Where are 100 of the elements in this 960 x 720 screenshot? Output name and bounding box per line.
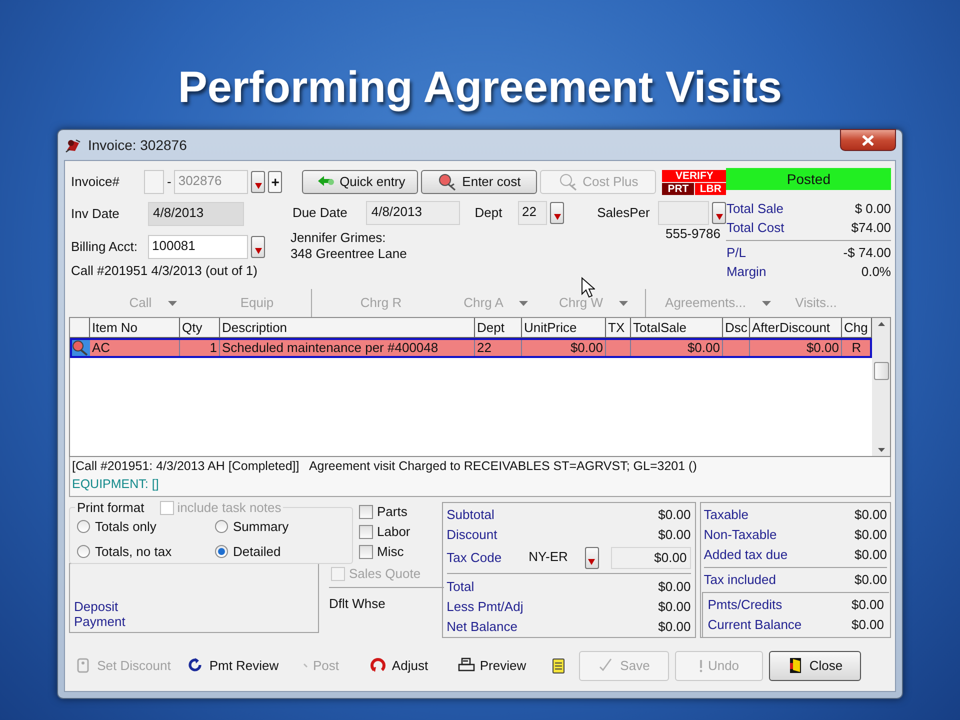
- dropdown-button[interactable]: [550, 202, 564, 224]
- field-label: Dept: [474, 204, 504, 222]
- checkbox[interactable]: Labor: [359, 522, 410, 542]
- summary-label: P/L: [726, 244, 746, 262]
- total-label: Discount: [446, 526, 498, 544]
- phone-number: 555-9786: [665, 226, 720, 243]
- inv-date-field[interactable]: 4/8/2013: [148, 202, 244, 226]
- total-value: $0.00: [854, 506, 888, 524]
- action-button[interactable]: Quick entry: [302, 170, 418, 194]
- dropdown-button[interactable]: [712, 202, 726, 224]
- total-label: Added tax due: [704, 546, 788, 564]
- arrow-down-icon: [588, 558, 596, 565]
- total-value: $0.00: [658, 618, 691, 636]
- close-button[interactable]: [840, 129, 896, 151]
- table-row[interactable]: AC 1 Scheduled maintenance per #400048 22 $0.00 $0.00 $0.00 R: [70, 338, 872, 358]
- table-cell: $0.00: [750, 338, 842, 358]
- group-label: Print format: [77, 500, 144, 516]
- mouse-cursor-icon: [581, 277, 595, 298]
- exclamation-icon: [698, 658, 703, 672]
- arrow-down-icon: [716, 214, 723, 220]
- scrollbar[interactable]: [872, 318, 890, 456]
- magnifier-icon: [438, 173, 458, 191]
- field-label: Due Date: [291, 204, 348, 222]
- add-button[interactable]: +: [268, 171, 282, 193]
- status-bar: Posted: [726, 168, 891, 190]
- total-value: $0.00: [658, 526, 691, 544]
- total-label: Current Balance: [708, 616, 802, 634]
- separator-text: -: [167, 173, 172, 192]
- checkbox[interactable]: Parts: [359, 502, 410, 522]
- total-value: $0.00: [854, 526, 888, 544]
- note-line: [Call #201951: 4/3/2013 AH [Completed]] Agreement visit Charged to RECEIVABLES ST=AGRVST; GL=3201 (): [72, 458, 698, 475]
- dept-field[interactable]: 22: [518, 201, 548, 225]
- field-label: SalesPer: [597, 204, 651, 222]
- customer-address: Jennifer Grimes:: [290, 230, 387, 246]
- footer-button[interactable]: Close: [769, 650, 861, 680]
- total-label: Tax Code: [446, 548, 503, 567]
- total-label: Less Pmt/Adj: [446, 598, 524, 616]
- scroll-up-icon: [878, 322, 884, 326]
- total-value: $0.00: [854, 546, 888, 564]
- total-label: Total: [446, 578, 474, 596]
- arrow-down-icon: [254, 183, 262, 189]
- summary-label: Margin: [726, 263, 766, 281]
- flag-badge: PRT: [662, 182, 694, 194]
- radio-option[interactable]: Totals, no tax: [77, 539, 215, 564]
- dropdown-button[interactable]: [251, 171, 266, 193]
- field-label: Dflt Whse: [329, 595, 386, 613]
- total-label: Taxable: [704, 506, 749, 524]
- field-label: Billing Acct:: [71, 238, 138, 256]
- total-label: Subtotal: [446, 506, 494, 524]
- call-info: Call #201951 4/3/2013 (out of 1): [71, 262, 258, 280]
- action-button[interactable]: Enter cost: [421, 170, 538, 194]
- total-value: $0.00: [658, 578, 691, 596]
- table-cell: 22: [475, 338, 522, 358]
- total-value: $0.00: [658, 598, 691, 616]
- radio-option[interactable]: Summary: [215, 514, 353, 539]
- checkbox[interactable]: Misc: [359, 542, 410, 562]
- table-cell: 1: [180, 338, 220, 358]
- slide-title: Performing Agreement Visits: [178, 62, 782, 114]
- close-icon: [862, 134, 874, 146]
- table-cell: Scheduled maintenance per #400048: [220, 338, 475, 358]
- total-label: Non-Taxable: [704, 526, 777, 544]
- total-value: $0.00: [851, 616, 884, 634]
- field-label: Inv Date: [71, 205, 120, 224]
- summary-label: Total Cost: [726, 219, 784, 237]
- total-value: $0.00: [658, 506, 691, 524]
- invoice-prefix-field[interactable]: [144, 170, 164, 194]
- customer-address: 348 Greentree Lane: [290, 246, 407, 262]
- footer-button[interactable]: Preview: [447, 650, 537, 680]
- magnifier-icon: [72, 340, 88, 356]
- summary-value: -$ 74.00: [843, 244, 891, 262]
- total-label: Net Balance: [446, 618, 518, 636]
- notepad-icon: [550, 657, 566, 674]
- printer-icon: [458, 657, 475, 674]
- scroll-down-icon: [878, 448, 884, 452]
- deposit-payment-label: Deposit Payment: [74, 599, 126, 629]
- salesperson-field[interactable]: [658, 201, 710, 225]
- summary-value: $74.00: [851, 219, 891, 237]
- tax-code-field[interactable]: NY-ER: [526, 546, 579, 570]
- radio-option[interactable]: Totals only: [77, 514, 215, 539]
- dropdown-button[interactable]: [251, 236, 265, 258]
- total-value: $0.00: [854, 571, 888, 589]
- total-label: Pmts/Credits: [708, 596, 782, 614]
- note-line: EQUIPMENT: []: [72, 476, 160, 493]
- refresh-icon: [187, 657, 204, 674]
- field-label: Invoice#: [71, 173, 120, 192]
- due-date-field[interactable]: 4/8/2013: [366, 201, 460, 225]
- tax-amount-field: $0.00: [610, 546, 691, 569]
- summary-value: $ 0.00: [854, 200, 891, 218]
- scrollbar-thumb[interactable]: [874, 362, 888, 380]
- flag-badge: LBR: [694, 182, 726, 194]
- total-label: Tax included: [704, 571, 776, 589]
- window-title: Invoice: 302876: [88, 136, 187, 154]
- reload-icon: [370, 657, 387, 674]
- summary-value: 0.0%: [861, 263, 891, 281]
- footer-button[interactable]: Adjust: [357, 650, 441, 680]
- dropdown-button[interactable]: [584, 546, 599, 569]
- table-cell: AC: [90, 338, 180, 358]
- radio-option[interactable]: Detailed: [215, 539, 353, 564]
- footer-button[interactable]: Pmt Review: [181, 650, 285, 680]
- billing-account-field[interactable]: 100081: [148, 235, 248, 259]
